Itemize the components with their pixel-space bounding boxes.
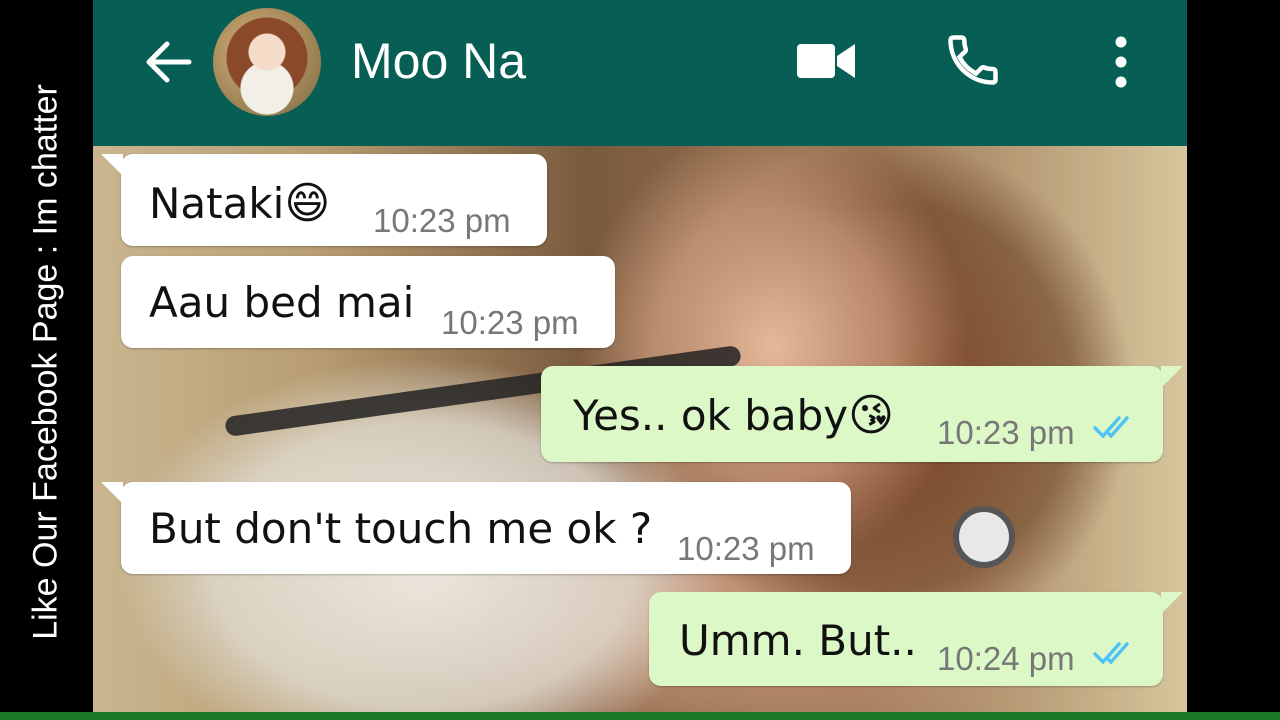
right-black-bar [1187, 0, 1280, 720]
contact-avatar[interactable] [213, 8, 321, 116]
wallpaper-detail [953, 506, 1015, 568]
message-text-wrap: Yes.. ok baby😘 [573, 390, 894, 441]
message-text-wrap: Nataki😄 [149, 178, 330, 229]
phone-icon[interactable] [943, 30, 1003, 90]
message-time: 10:23 pm [937, 414, 1075, 451]
more-vertical-icon[interactable] [1103, 34, 1139, 90]
bubble-tail [1161, 592, 1183, 614]
double-check-icon [1093, 642, 1129, 665]
bubble-tail [1161, 366, 1183, 388]
contact-name[interactable]: Moo Na [351, 32, 526, 90]
video-camera-icon[interactable] [797, 40, 855, 82]
chat-header: Moo Na [93, 0, 1187, 146]
message-text: But don't touch me ok ? [149, 504, 653, 553]
bubble-tail [101, 154, 123, 176]
grinning-face-emoji: 😄 [284, 178, 331, 229]
message-time: 10:23 pm [441, 304, 579, 341]
kissing-face-emoji: 😘 [848, 390, 895, 441]
message-text: Aau bed mai [149, 278, 415, 327]
message-incoming[interactable]: Aau bed mai 10:23 pm [121, 256, 615, 348]
message-time: 10:24 pm [937, 640, 1075, 677]
message-text: Nataki [149, 179, 285, 228]
message-incoming[interactable]: But don't touch me ok ? 10:23 pm [101, 482, 851, 574]
side-banner: Like Our Facebook Page : Im chatter [0, 0, 93, 720]
message-outgoing[interactable]: Yes.. ok baby😘 10:23 pm [541, 366, 1183, 462]
arrow-left-icon[interactable] [141, 34, 197, 90]
double-check-icon [1093, 416, 1129, 439]
message-time: 10:23 pm [677, 530, 815, 567]
message-time: 10:23 pm [373, 202, 511, 239]
message-text: Yes.. ok baby [573, 391, 849, 440]
chat-screen: Moo Na Nataki😄 10:23 pm Aau bed mai 10:2… [93, 0, 1187, 720]
bottom-progress-line [0, 712, 1280, 720]
message-outgoing[interactable]: Umm. But.. 10:24 pm [649, 592, 1183, 686]
side-banner-text: Like Our Facebook Page : Im chatter [26, 84, 65, 640]
message-incoming[interactable]: Nataki😄 10:23 pm [101, 154, 547, 246]
message-text: Umm. But.. [679, 616, 917, 665]
bubble-tail [101, 482, 123, 504]
